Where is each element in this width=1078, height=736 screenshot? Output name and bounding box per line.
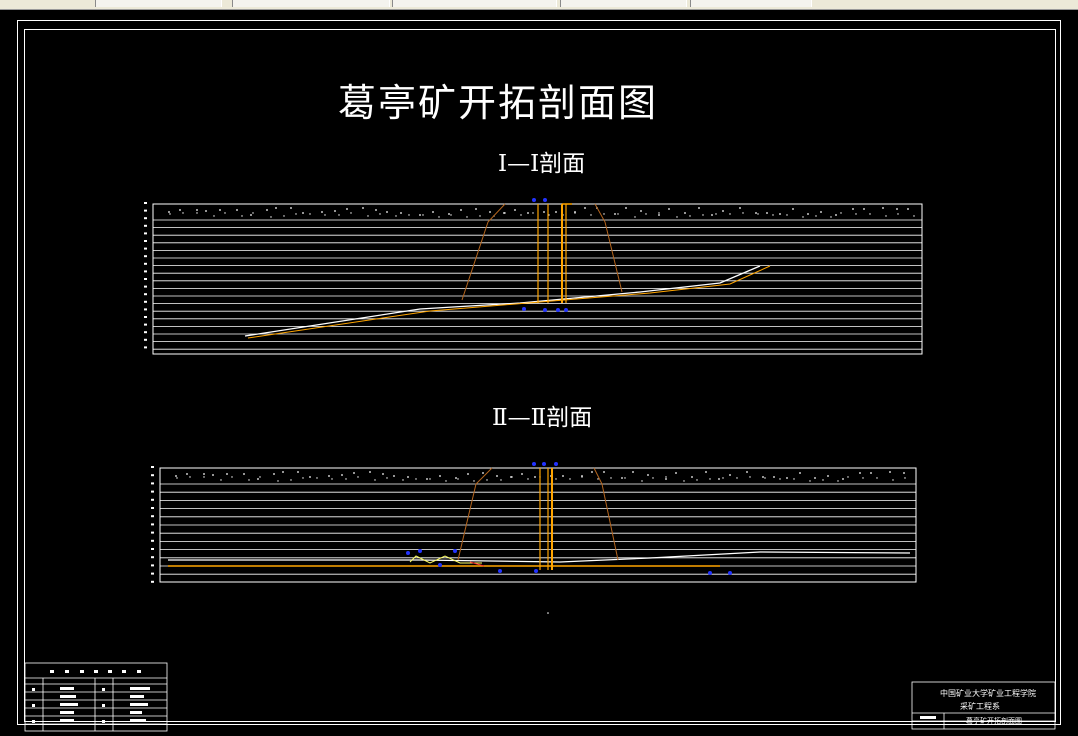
section-drawings [24,198,1056,732]
title-block-school: 中国矿业大学矿业工程学院 [940,689,1036,698]
section-1-diagram [144,198,923,355]
title-block-marks [920,716,936,719]
title-block-department: 采矿工程系 [960,702,1000,711]
title-block-drawing-name: 葛亭矿开拓剖面图 [966,717,1022,725]
section-2-diagram [151,462,917,583]
